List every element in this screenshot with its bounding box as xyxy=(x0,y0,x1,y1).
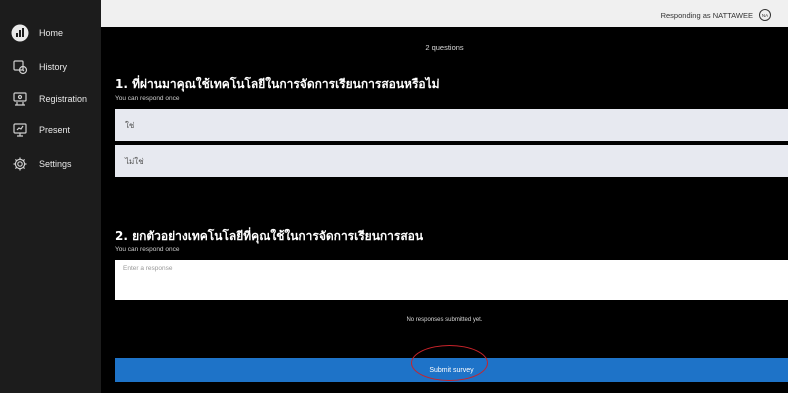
sidebar-item-home[interactable]: Home xyxy=(0,22,101,44)
sidebar-item-label: Registration xyxy=(39,94,88,104)
settings-gear-icon xyxy=(11,155,29,173)
home-logo-icon xyxy=(11,24,29,42)
sidebar-item-label: History xyxy=(39,62,68,72)
sidebar: Home History Registration Present Settin… xyxy=(0,0,101,393)
sidebar-item-history[interactable]: History xyxy=(0,56,101,78)
responding-as-label: Responding as NATTAWEE xyxy=(660,11,753,20)
top-bar: Responding as NATTAWEE NA xyxy=(101,0,788,27)
submit-survey-button[interactable]: Submit survey xyxy=(115,358,788,382)
question-1-title: 1. ที่ผ่านมาคุณใช้เทคโนโลยีในการจัดการเร… xyxy=(115,77,440,91)
present-icon xyxy=(11,121,29,139)
question-2-title: 2. ยกตัวอย่างเทคโนโลยีที่คุณใช้ในการจัดก… xyxy=(115,229,424,243)
option-no[interactable]: ไม่ใช่ xyxy=(115,145,788,177)
survey-panel: 2 questions 1. ที่ผ่านมาคุณใช้เทคโนโลยีใ… xyxy=(101,27,788,393)
question-count: 2 questions xyxy=(425,43,464,52)
sidebar-item-registration[interactable]: Registration xyxy=(0,88,101,110)
sidebar-item-settings[interactable]: Settings xyxy=(0,153,101,175)
sidebar-item-label: Home xyxy=(39,28,64,38)
registration-icon xyxy=(11,90,29,108)
sidebar-item-present[interactable]: Present xyxy=(0,119,101,141)
question-1-subtitle: You can respond once xyxy=(115,95,180,102)
question-2-subtitle: You can respond once xyxy=(115,246,180,253)
response-textarea[interactable] xyxy=(115,260,788,300)
no-responses-status: No responses submitted yet. xyxy=(406,317,483,323)
option-yes[interactable]: ใช่ xyxy=(115,109,788,141)
sidebar-item-label: Present xyxy=(39,125,71,135)
avatar[interactable]: NA xyxy=(759,9,771,21)
sidebar-item-label: Settings xyxy=(39,159,72,169)
history-icon xyxy=(11,58,29,76)
